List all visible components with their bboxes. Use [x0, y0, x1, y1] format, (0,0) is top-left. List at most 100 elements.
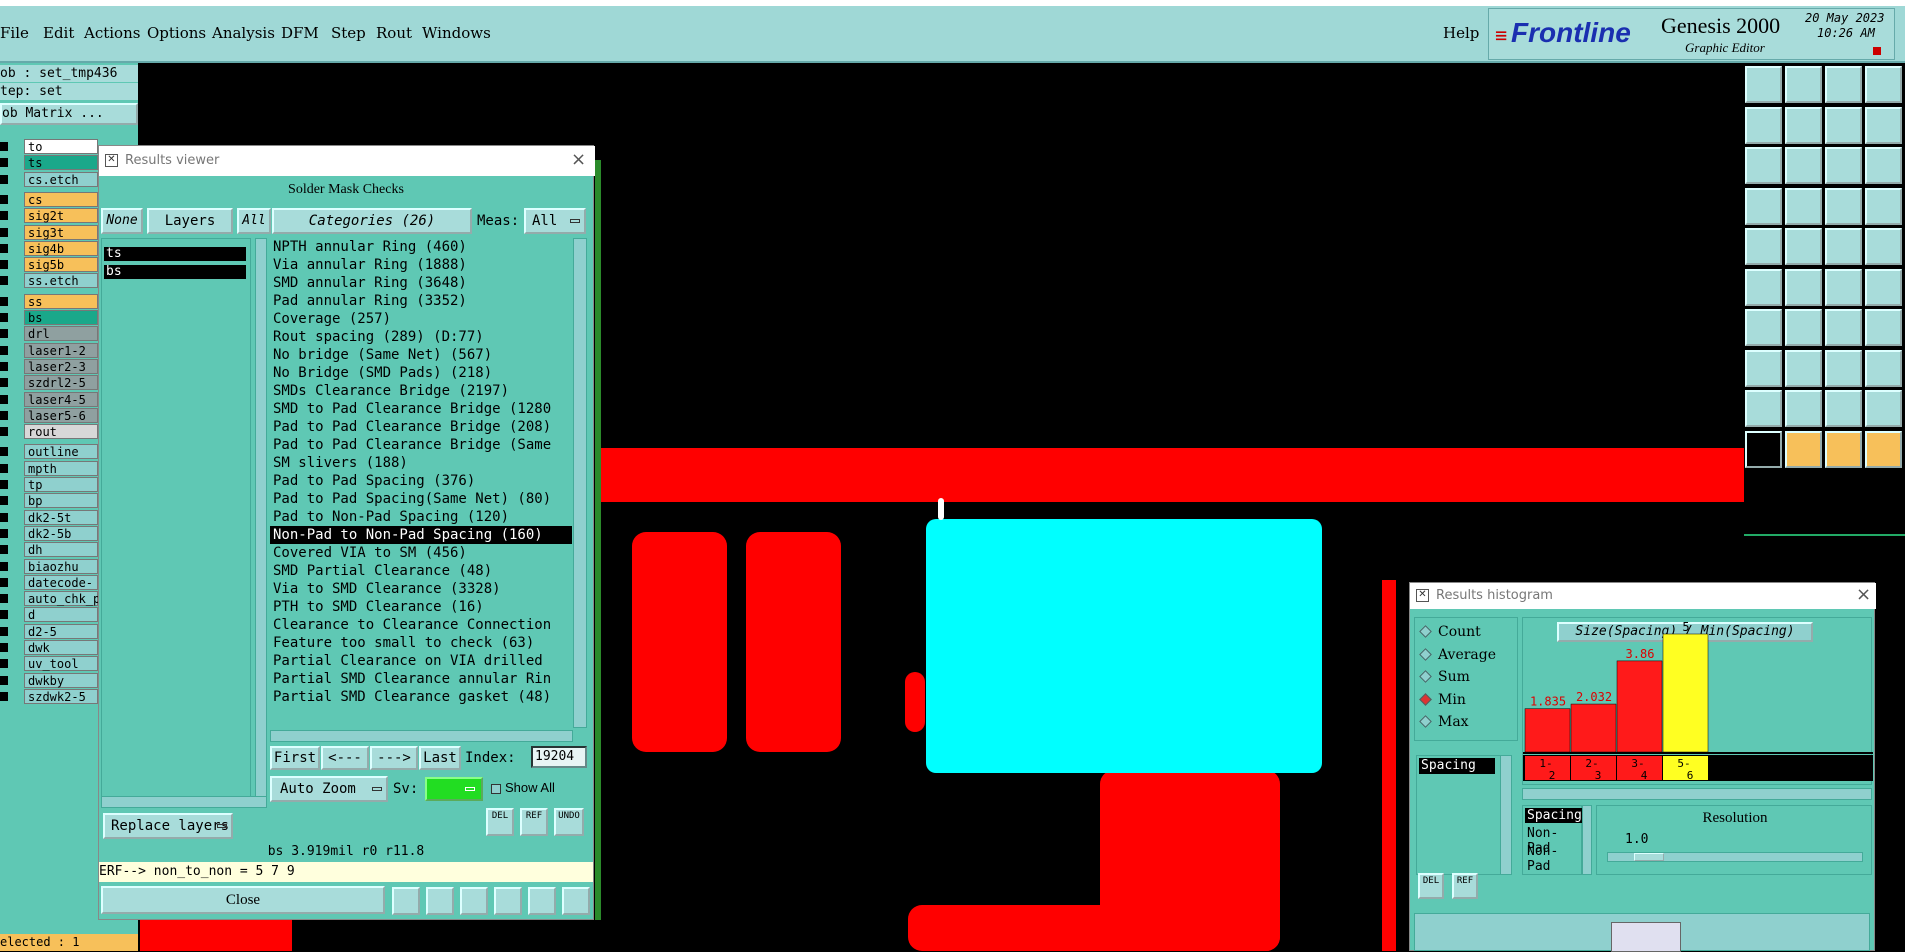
close-icon[interactable]: ×	[1856, 584, 1871, 605]
menu-rout[interactable]: Rout	[376, 24, 412, 42]
chart-hscrollbar[interactable]	[1522, 788, 1872, 800]
angle-b-icon[interactable]	[1825, 390, 1862, 427]
categories-scrollbar[interactable]	[573, 238, 587, 728]
histogram-bar[interactable]	[1662, 633, 1709, 753]
split-icon[interactable]	[1785, 349, 1822, 387]
zoom-in-icon[interactable]	[1745, 147, 1782, 184]
pad-icon[interactable]	[1745, 228, 1782, 265]
close-button[interactable]: Close	[101, 886, 385, 914]
resolution-slider[interactable]	[1607, 852, 1863, 862]
mode-radio-count[interactable]: Count	[1419, 624, 1481, 640]
open-icon[interactable]	[1785, 66, 1822, 103]
layer-select-box[interactable]	[0, 577, 8, 587]
angle-a-icon[interactable]	[1785, 390, 1822, 427]
layer-select-box[interactable]	[0, 427, 8, 437]
scale-icon[interactable]	[1865, 106, 1902, 144]
select-none-button[interactable]: None	[101, 208, 143, 234]
layer-select-box[interactable]	[0, 296, 8, 306]
next-button[interactable]: --->	[370, 746, 418, 770]
histogram-bar[interactable]	[1570, 703, 1617, 753]
one-to-one-icon[interactable]	[1825, 147, 1862, 184]
undo-button[interactable]: UNDO	[554, 808, 584, 836]
layer-list-scrollbar[interactable]	[255, 238, 267, 798]
category-item[interactable]: No bridge (Same Net) (567)	[270, 346, 572, 364]
layer-select-box[interactable]	[0, 313, 8, 322]
select-icon[interactable]	[1745, 430, 1782, 468]
first-button[interactable]: First	[270, 746, 320, 770]
highlighted-feature[interactable]	[926, 519, 1322, 773]
layer-select-box[interactable]	[0, 691, 8, 701]
menu-help[interactable]: Help	[1443, 24, 1479, 42]
connect-icon[interactable]	[1745, 268, 1782, 306]
slash-icon[interactable]	[1785, 309, 1822, 346]
histogram-bar[interactable]	[1616, 660, 1663, 753]
ruler-tool-icon[interactable]	[460, 887, 488, 915]
snap-align-icon[interactable]	[1865, 187, 1902, 225]
layer-select-box[interactable]	[0, 561, 8, 571]
layer-select-box[interactable]	[0, 211, 8, 221]
marker-tool-icon[interactable]	[392, 887, 420, 915]
result-layer-item[interactable]: ts	[104, 247, 246, 261]
layer-select-box[interactable]	[0, 480, 8, 489]
layer-select-box[interactable]	[0, 158, 8, 168]
category-item[interactable]: PTH to SMD Clearance (16)	[270, 598, 572, 616]
layer-select-box[interactable]	[0, 659, 8, 669]
menu-edit[interactable]: Edit	[43, 24, 74, 42]
menu-analysis[interactable]: Analysis	[212, 24, 275, 42]
category-item[interactable]: No Bridge (SMD Pads) (218)	[270, 364, 572, 382]
layer-select-box[interactable]	[0, 512, 8, 522]
category-item[interactable]: SMD Partial Clearance (48)	[270, 562, 572, 580]
close-icon[interactable]: ×	[571, 149, 586, 170]
save-icon[interactable]	[1825, 66, 1862, 103]
layer-select-box[interactable]	[0, 675, 8, 685]
hist-ref-button[interactable]: REF	[1452, 873, 1478, 899]
last-button[interactable]: Last	[419, 746, 461, 770]
index-input[interactable]: 19204	[531, 746, 587, 768]
category-item[interactable]: Covered VIA to SM (456)	[270, 544, 572, 562]
prev-button[interactable]: <---	[321, 746, 369, 770]
report-tool-icon[interactable]	[528, 887, 556, 915]
layer-select-box[interactable]	[0, 610, 8, 620]
grouping-item[interactable]: Non-Pad	[1527, 844, 1581, 874]
category-item[interactable]: SMD to Pad Clearance Bridge (1280	[270, 400, 572, 418]
count-tool-icon[interactable]	[494, 887, 522, 915]
categories-hscrollbar[interactable]	[270, 730, 573, 742]
menu-dfm[interactable]: DFM	[281, 24, 319, 42]
layer-select-box[interactable]	[0, 643, 8, 652]
show-all-checkbox[interactable]	[491, 784, 501, 794]
copy-icon[interactable]	[1865, 349, 1902, 387]
line-pad-icon[interactable]	[1825, 268, 1862, 306]
category-item[interactable]: NPTH annular Ring (460)	[270, 238, 572, 256]
replace-layers-dropdown[interactable]: Replace layers	[103, 813, 233, 839]
category-item[interactable]: Pad to Pad Clearance Bridge (208)	[270, 418, 572, 436]
properties-icon[interactable]	[1745, 187, 1782, 225]
select-rect-icon[interactable]	[1785, 430, 1822, 468]
meas-dropdown[interactable]: All	[524, 208, 586, 234]
draw-icon[interactable]	[1785, 228, 1822, 265]
flip-icon[interactable]	[1865, 309, 1902, 346]
layer-select-box[interactable]	[0, 345, 8, 355]
grouping-item[interactable]: Spacing	[1525, 808, 1584, 823]
layer-select-box[interactable]	[0, 594, 8, 604]
category-item[interactable]: Pad to Pad Spacing (376)	[270, 472, 572, 490]
layer-select-box[interactable]	[0, 496, 8, 506]
select-path-icon[interactable]	[1865, 430, 1902, 468]
layer-select-box[interactable]	[0, 394, 8, 404]
triangle-icon[interactable]	[1745, 390, 1782, 427]
zoom-out-icon[interactable]	[1785, 147, 1822, 184]
select-all-button[interactable]: All	[237, 208, 271, 234]
layer-select-box[interactable]	[0, 410, 8, 420]
category-item[interactable]: Pad to Pad Clearance Bridge (Same	[270, 436, 572, 454]
category-item[interactable]: Partial SMD Clearance gasket (48)	[270, 688, 572, 706]
layer-select-box[interactable]	[0, 463, 8, 473]
hist-del-button[interactable]: DEL	[1418, 873, 1444, 899]
mode-radio-max[interactable]: Max	[1419, 714, 1469, 730]
snap-icon[interactable]	[1825, 106, 1862, 144]
category-item[interactable]: Via to SMD Clearance (3328)	[270, 580, 572, 598]
category-item[interactable]: Pad to Non-Pad Spacing (120)	[270, 508, 572, 526]
category-item[interactable]: Non-Pad to Non-Pad Spacing (160)	[270, 526, 572, 544]
layer-select-box[interactable]	[0, 626, 8, 636]
arc-icon[interactable]	[1825, 309, 1862, 346]
category-item[interactable]: SMD annular Ring (3648)	[270, 274, 572, 292]
menu-windows[interactable]: Windows	[422, 24, 491, 42]
